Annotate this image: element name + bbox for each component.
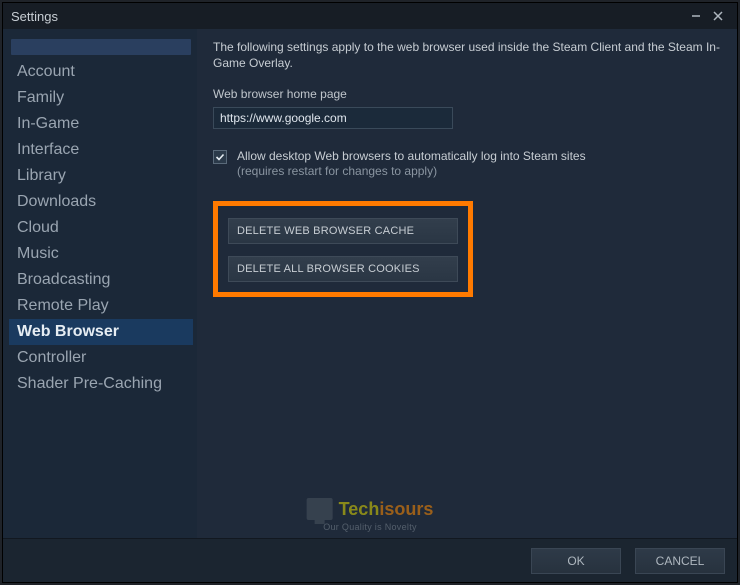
ok-button[interactable]: OK <box>531 548 621 574</box>
sidebar-item-downloads[interactable]: Downloads <box>9 189 193 215</box>
checkbox-main-text: Allow desktop Web browsers to automatica… <box>237 149 586 163</box>
delete-cache-button[interactable]: DELETE WEB BROWSER CACHE <box>228 218 458 244</box>
sidebar-item-label: Music <box>17 245 59 262</box>
close-button[interactable] <box>707 5 729 27</box>
delete-cookies-button[interactable]: DELETE ALL BROWSER COOKIES <box>228 256 458 282</box>
button-label: OK <box>567 554 584 568</box>
sidebar-item-music[interactable]: Music <box>9 241 193 267</box>
sidebar-item-label: Account <box>17 63 75 80</box>
sidebar-item-label: Broadcasting <box>17 271 110 288</box>
sidebar-item-account[interactable]: Account <box>9 59 193 85</box>
sidebar-item-cloud[interactable]: Cloud <box>9 215 193 241</box>
sidebar-item-controller[interactable]: Controller <box>9 345 193 371</box>
sidebar-item-label: Web Browser <box>17 323 119 340</box>
sidebar-item-library[interactable]: Library <box>9 163 193 189</box>
home-page-label: Web browser home page <box>213 87 723 101</box>
auto-login-checkbox[interactable] <box>213 150 227 164</box>
minimize-button[interactable] <box>685 5 707 27</box>
cancel-button[interactable]: CANCEL <box>635 548 725 574</box>
home-page-input[interactable] <box>213 107 453 129</box>
sidebar-item-label: Library <box>17 167 66 184</box>
settings-sidebar: Account Family In-Game Interface Library… <box>3 29 197 538</box>
sidebar-item-interface[interactable]: Interface <box>9 137 193 163</box>
auto-login-row: Allow desktop Web browsers to automatica… <box>213 149 723 179</box>
highlight-box: DELETE WEB BROWSER CACHE DELETE ALL BROW… <box>213 201 473 297</box>
sidebar-item-shader-pre-caching[interactable]: Shader Pre-Caching <box>9 371 193 397</box>
content-pane: The following settings apply to the web … <box>197 29 737 538</box>
description-text: The following settings apply to the web … <box>213 39 723 71</box>
sidebar-item-family[interactable]: Family <box>9 85 193 111</box>
checkbox-sub-text: (requires restart for changes to apply) <box>237 164 437 178</box>
sidebar-item-web-browser[interactable]: Web Browser <box>9 319 193 345</box>
settings-window: Settings Account Family In-Game Interfac… <box>2 2 738 583</box>
sidebar-item-label: In-Game <box>17 115 79 132</box>
button-label: DELETE WEB BROWSER CACHE <box>237 225 414 237</box>
sidebar-item-remote-play[interactable]: Remote Play <box>9 293 193 319</box>
footer: OK CANCEL <box>3 538 737 582</box>
button-label: CANCEL <box>656 554 705 568</box>
sidebar-item-label: Controller <box>17 349 86 366</box>
window-title: Settings <box>11 9 58 24</box>
sidebar-item-label: Interface <box>17 141 79 158</box>
sidebar-item-broadcasting[interactable]: Broadcasting <box>9 267 193 293</box>
body: Account Family In-Game Interface Library… <box>3 29 737 538</box>
check-icon <box>215 152 225 162</box>
button-label: DELETE ALL BROWSER COOKIES <box>237 263 420 275</box>
auto-login-label: Allow desktop Web browsers to automatica… <box>237 149 586 179</box>
sidebar-item-label: Cloud <box>17 219 59 236</box>
sidebar-item-label: Remote Play <box>17 297 109 314</box>
sidebar-item-label: Shader Pre-Caching <box>17 375 162 392</box>
sidebar-item-label: Downloads <box>17 193 96 210</box>
sidebar-item-label: Family <box>17 89 64 106</box>
titlebar: Settings <box>3 3 737 29</box>
sidebar-header-spacer <box>11 39 191 55</box>
sidebar-item-in-game[interactable]: In-Game <box>9 111 193 137</box>
